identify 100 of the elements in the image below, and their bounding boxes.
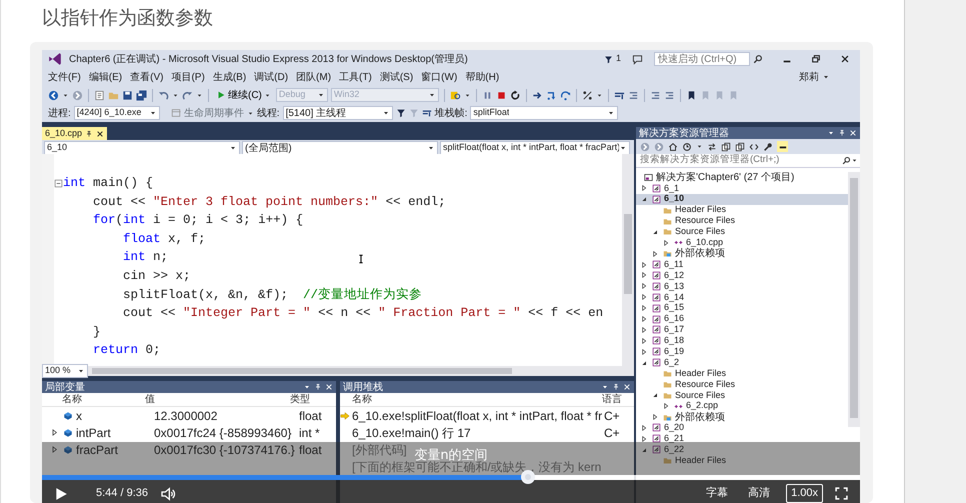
- indent-icon[interactable]: [628, 90, 639, 100]
- menu-item[interactable]: 调试(D): [254, 70, 288, 84]
- notification-count[interactable]: 1: [616, 52, 621, 66]
- menu-item[interactable]: 生成(B): [212, 70, 246, 84]
- new-file-icon[interactable]: [94, 90, 105, 100]
- stop-icon[interactable]: [496, 90, 507, 100]
- column-header[interactable]: 语言: [602, 392, 622, 407]
- tree-item[interactable]: 6_14: [636, 292, 848, 303]
- tree-item[interactable]: 6_2: [636, 357, 848, 368]
- tree-item[interactable]: 6_1: [636, 182, 848, 194]
- restart-icon[interactable]: [510, 90, 521, 100]
- speed-button[interactable]: 1.00x: [786, 484, 823, 503]
- wrench-icon[interactable]: [763, 142, 773, 152]
- step-into-icon[interactable]: [546, 90, 557, 100]
- tree-item[interactable]: 6_22: [636, 444, 848, 456]
- find-icon[interactable]: [450, 90, 461, 100]
- menu-item[interactable]: 工具(T): [339, 70, 372, 84]
- column-header[interactable]: 名称: [352, 394, 372, 405]
- restore-button[interactable]: [811, 54, 821, 64]
- zoom-dropdown[interactable]: 100 %: [42, 364, 88, 378]
- tree-item[interactable]: 6_13: [636, 280, 848, 292]
- tab-label[interactable]: 6_10.cpp: [45, 126, 82, 140]
- menu-item[interactable]: 编辑(E): [88, 70, 122, 84]
- caret-icon[interactable]: [822, 73, 830, 81]
- tree-item[interactable]: 6_11: [636, 259, 848, 270]
- code-icon[interactable]: [749, 142, 759, 152]
- scope-dropdown[interactable]: (全局范围): [242, 141, 438, 155]
- tree-item[interactable]: Source Files: [636, 226, 848, 238]
- stack-frame[interactable]: 6_10.exe!splitFloat(float x, int * intPart, float * fr: [352, 408, 602, 422]
- tree-item[interactable]: 6_2.cpp: [636, 400, 848, 412]
- menu-item[interactable]: 查看(V): [130, 70, 164, 84]
- column-header[interactable]: 类型: [290, 392, 310, 407]
- pin-icon[interactable]: [85, 130, 94, 138]
- tree-item[interactable]: 6_17: [636, 324, 848, 336]
- hexadecimal-icon[interactable]: [582, 90, 593, 100]
- copy-icon[interactable]: [735, 142, 745, 152]
- tree-item[interactable]: 6_16: [636, 314, 848, 324]
- expand-arrow-icon[interactable]: [640, 184, 648, 192]
- tree-item[interactable]: Header Files: [636, 204, 848, 216]
- project-dropdown[interactable]: 6_10: [44, 141, 240, 155]
- tree-item[interactable]: 6_15: [636, 302, 848, 314]
- home-icon[interactable]: [668, 142, 678, 152]
- tree-item[interactable]: 外部依赖项: [636, 248, 848, 260]
- search-icon[interactable]: [753, 54, 763, 64]
- stack-frame-dropdown[interactable]: splitFloat: [470, 106, 618, 120]
- save-icon[interactable]: [122, 90, 133, 100]
- process-dropdown[interactable]: [4240] 6_10.exe: [74, 106, 160, 120]
- tree-item[interactable]: 6_20: [636, 422, 848, 434]
- collapse-arrow-icon[interactable]: [651, 391, 659, 400]
- indent-icon[interactable]: [664, 90, 675, 100]
- tree-item[interactable]: 6_10: [636, 194, 848, 205]
- player-button[interactable]: 字幕: [702, 485, 732, 502]
- search-icon[interactable]: [842, 156, 851, 165]
- tree-item[interactable]: Header Files: [636, 455, 848, 466]
- lifecycle-events-label[interactable]: 生命周期事件: [184, 106, 244, 120]
- user-name[interactable]: 郑莉: [799, 70, 819, 84]
- menu-item[interactable]: 窗口(W): [421, 70, 458, 84]
- caret-icon[interactable]: [827, 129, 835, 137]
- tree-item[interactable]: 6_19: [636, 346, 848, 358]
- feedback-icon[interactable]: [632, 54, 643, 64]
- pin-icon[interactable]: [612, 383, 620, 391]
- volume-icon[interactable]: [160, 486, 176, 502]
- tree-item[interactable]: Source Files: [636, 390, 848, 401]
- tree-item[interactable]: 6_21: [636, 433, 848, 444]
- caret-icon[interactable]: [303, 383, 311, 391]
- show-next-statement-icon[interactable]: [532, 90, 543, 100]
- collapse-arrow-icon[interactable]: [651, 228, 659, 236]
- undo-icon[interactable]: [158, 90, 169, 100]
- scrollbar[interactable]: [622, 154, 634, 366]
- tree-item[interactable]: Resource Files: [636, 216, 848, 226]
- document-tab[interactable]: 6_10.cpp: [42, 127, 108, 140]
- player-button[interactable]: 高清: [744, 485, 774, 502]
- close-button[interactable]: [840, 54, 850, 64]
- collapse-icon[interactable]: [54, 178, 63, 188]
- filter-icon[interactable]: [396, 108, 406, 118]
- tree-item[interactable]: 6_12: [636, 270, 848, 281]
- quick-launch-field[interactable]: 快速启动 (Ctrl+Q): [654, 52, 750, 66]
- stack-frame[interactable]: 6_10.exe!main() 行 17: [352, 426, 471, 440]
- scrollbar[interactable]: [848, 172, 860, 427]
- tree-item[interactable]: 6_18: [636, 335, 848, 346]
- filter-icon[interactable]: [604, 54, 613, 64]
- scrollbar[interactable]: [92, 368, 512, 374]
- outdent-icon[interactable]: [650, 90, 661, 100]
- play-button[interactable]: [54, 486, 68, 500]
- tree-item[interactable]: 外部依赖项: [636, 412, 848, 422]
- clock-icon[interactable]: [682, 142, 692, 152]
- redo-icon[interactable]: [182, 90, 193, 100]
- collapse-all-icon[interactable]: [721, 142, 731, 152]
- menu-item[interactable]: 帮助(H): [465, 70, 500, 84]
- tree-item[interactable]: Resource Files: [636, 378, 848, 390]
- menu-item[interactable]: 项目(P): [171, 70, 205, 84]
- pin-icon[interactable]: [838, 129, 846, 137]
- caret-icon[interactable]: [601, 383, 609, 391]
- collapse-arrow-icon[interactable]: [640, 358, 648, 367]
- tree-item[interactable]: 6_10.cpp: [636, 237, 848, 248]
- menu-item[interactable]: 团队(M): [296, 70, 332, 84]
- collapse-arrow-icon[interactable]: [640, 446, 648, 454]
- column-header[interactable]: 名称: [62, 394, 82, 405]
- menu-item[interactable]: 测试(S): [380, 70, 414, 84]
- tree-item[interactable]: Header Files: [636, 368, 848, 379]
